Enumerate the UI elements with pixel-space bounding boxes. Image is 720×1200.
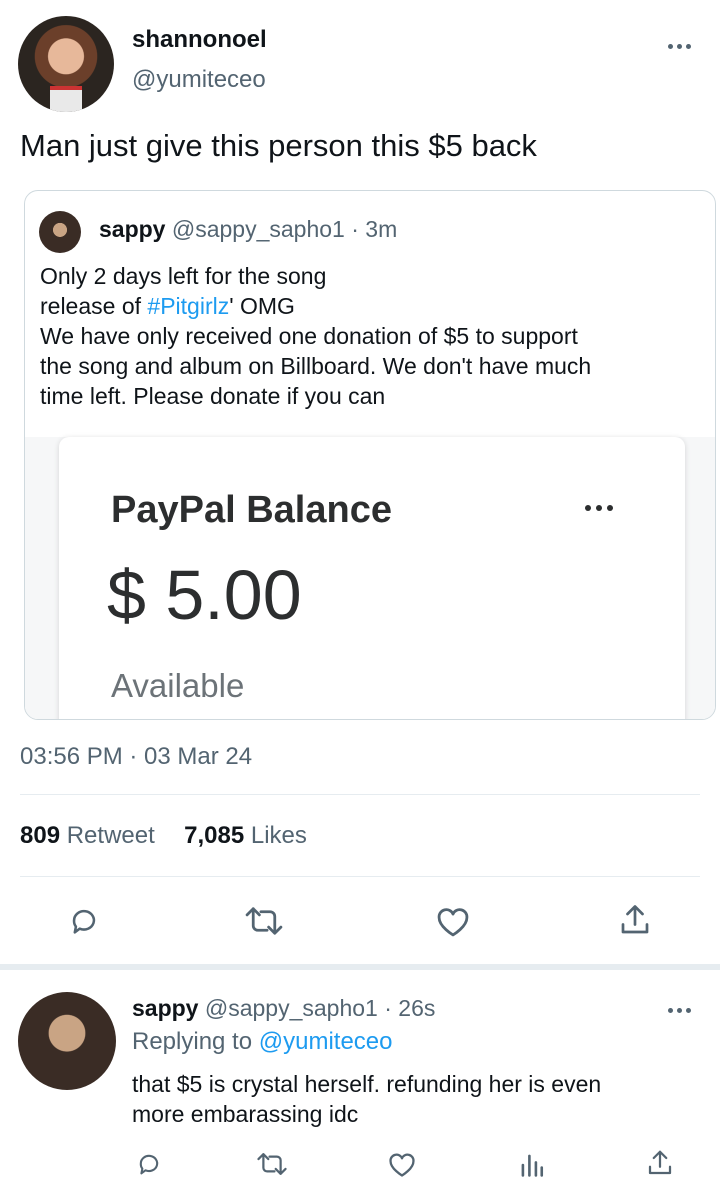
quoted-line: Only 2 days left for the song xyxy=(40,263,327,289)
reply-author-avatar[interactable] xyxy=(18,992,116,1090)
reply-line: more embarassing idc xyxy=(132,1101,359,1127)
reply-share-icon[interactable] xyxy=(646,1148,674,1178)
reply-author-handle[interactable]: @sappy_sapho1 xyxy=(205,995,378,1021)
quoted-media-image[interactable]: PayPal Balance $ 5.00 Available xyxy=(25,437,715,719)
divider xyxy=(20,876,700,877)
reply-author-name[interactable]: sappy xyxy=(132,995,198,1021)
paypal-available: Available xyxy=(111,667,245,704)
hashtag-link[interactable]: #Pitgirlz xyxy=(147,293,229,319)
quoted-line: release of #Pitgirlz' OMG xyxy=(40,291,710,321)
retweet-label[interactable]: Retweet xyxy=(67,822,155,849)
author-handle[interactable]: @yumiteceo xyxy=(132,66,266,94)
replying-to-label: Replying to xyxy=(132,1028,253,1055)
divider xyxy=(20,794,700,795)
replying-to-handle[interactable]: @yumiteceo xyxy=(259,1028,393,1055)
paypal-title: PayPal Balance xyxy=(111,489,392,531)
quoted-line: time left. Please donate if you can xyxy=(40,383,386,409)
quoted-author-handle[interactable]: @sappy_sapho1 xyxy=(172,216,345,242)
quoted-time: · 3m xyxy=(351,216,398,242)
quoted-line-part: release of xyxy=(40,293,148,319)
quoted-author-avatar[interactable] xyxy=(39,211,81,253)
reply-line: that $5 is crystal herself. refunding he… xyxy=(132,1071,602,1097)
reply-icon[interactable] xyxy=(66,904,102,938)
paypal-amount: $ 5.00 xyxy=(107,556,302,634)
reply-text: that $5 is crystal herself. refunding he… xyxy=(132,1069,702,1129)
reply-retweet-icon[interactable] xyxy=(256,1150,288,1178)
paypal-more-icon xyxy=(585,505,613,511)
tweet-text: Man just give this person this $5 back xyxy=(20,128,537,163)
reply-time: · 26s xyxy=(384,995,436,1021)
retweet-count[interactable]: 809 xyxy=(20,822,60,849)
analytics-icon[interactable] xyxy=(518,1152,546,1178)
likes-label[interactable]: Likes xyxy=(251,822,307,849)
quoted-tweet-text: Only 2 days left for the song release of… xyxy=(40,261,710,411)
share-icon[interactable] xyxy=(618,902,652,938)
like-icon[interactable] xyxy=(434,904,472,938)
section-separator xyxy=(0,964,720,970)
reply-more-options-icon[interactable] xyxy=(668,1008,691,1013)
paypal-card: PayPal Balance $ 5.00 Available xyxy=(59,437,685,719)
quoted-line: We have only received one donation of $5… xyxy=(40,323,578,349)
quoted-author-name[interactable]: sappy xyxy=(99,216,165,242)
tweet-stats: 809 Retweet 7,085 Likes xyxy=(20,822,307,850)
tweet-timestamp[interactable]: 03:56 PM · 03 Mar 24 xyxy=(20,743,252,771)
more-options-icon[interactable] xyxy=(668,44,691,49)
author-avatar[interactable] xyxy=(18,16,114,112)
retweet-icon[interactable] xyxy=(244,904,284,938)
reply-like-icon[interactable] xyxy=(386,1150,418,1178)
quoted-line: the song and album on Billboard. We don'… xyxy=(40,353,592,379)
likes-count[interactable]: 7,085 xyxy=(184,822,244,849)
quoted-line-part: ' OMG xyxy=(229,293,295,319)
author-display-name[interactable]: shannonoel xyxy=(132,26,267,54)
reply-reply-icon[interactable] xyxy=(134,1150,164,1178)
quoted-tweet-card[interactable]: sappy @sappy_sapho1 · 3m Only 2 days lef… xyxy=(24,190,716,720)
